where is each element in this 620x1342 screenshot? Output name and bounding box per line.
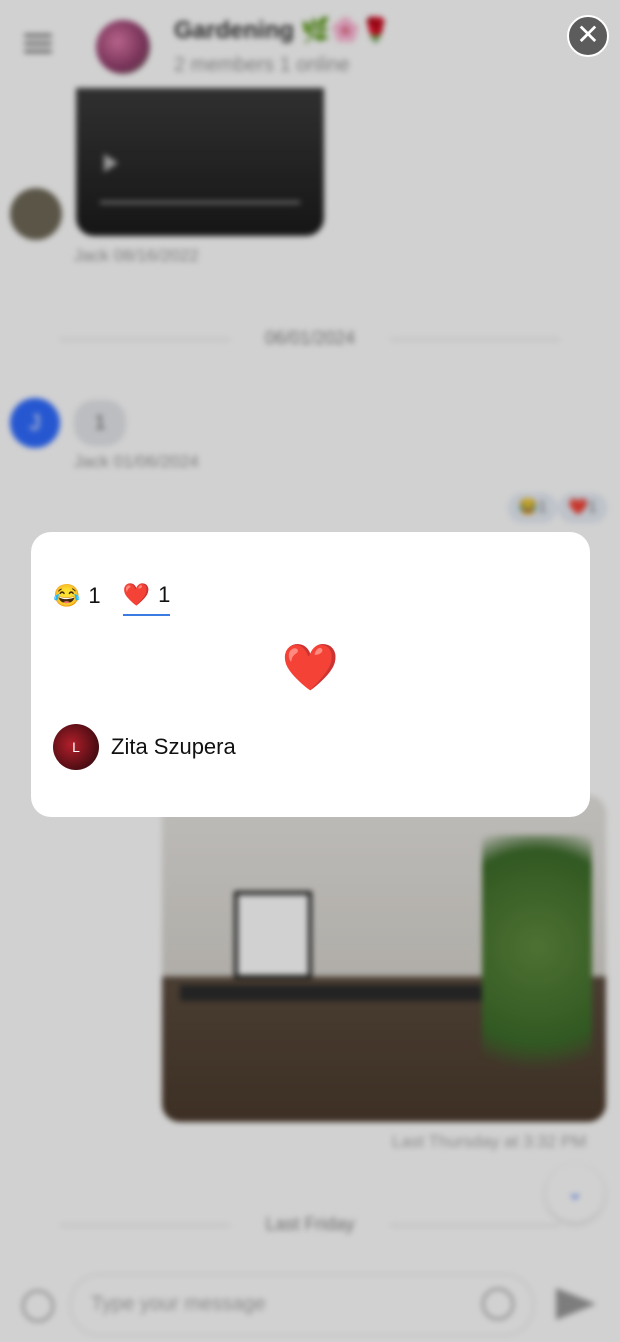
tab-count: 1 <box>158 582 171 607</box>
close-icon: ✕ <box>576 19 600 50</box>
reaction-tabs: 😂 1 ❤️ 1 <box>53 582 171 616</box>
avatar: L <box>53 724 99 770</box>
tab-count: 1 <box>88 583 101 608</box>
reactions-modal: 😂 1 ❤️ 1 ❤️ L Zita Szupera <box>31 532 590 817</box>
heart-icon: ❤️ <box>122 582 151 607</box>
close-button[interactable]: ✕ <box>567 15 609 57</box>
tab-laugh[interactable]: 😂 1 <box>53 582 101 616</box>
user-name: Zita Szupera <box>111 734 236 759</box>
tab-heart[interactable]: ❤️ 1 <box>122 582 171 616</box>
selected-reaction-icon: ❤️ <box>281 641 340 693</box>
laugh-icon: 😂 <box>53 583 81 608</box>
reaction-user-row[interactable]: L Zita Szupera <box>53 724 236 770</box>
